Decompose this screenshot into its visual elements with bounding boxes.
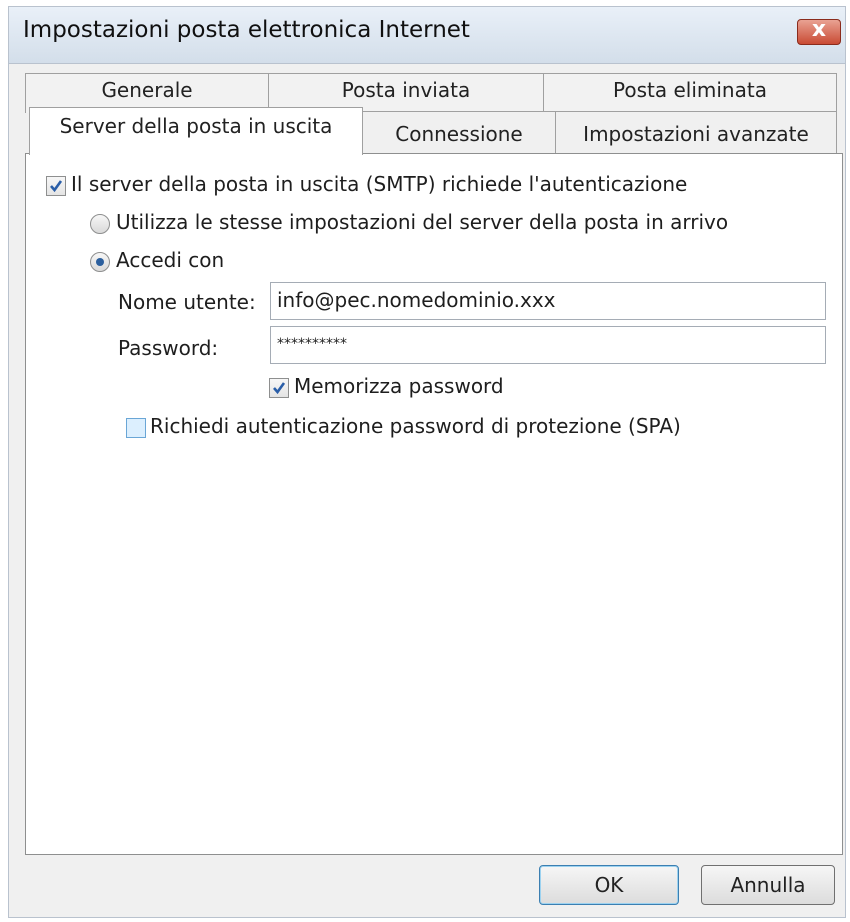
ok-button[interactable]: OK	[539, 865, 679, 905]
username-field[interactable]: info@pec.nomedominio.xxx	[270, 282, 826, 320]
cancel-button-label: Annulla	[730, 873, 806, 897]
close-icon: x	[811, 17, 827, 42]
same-settings-label: Utilizza le stesse impostazioni del serv…	[116, 210, 729, 234]
password-label: Password:	[118, 336, 219, 360]
remember-password-label: Memorizza password	[294, 374, 504, 398]
radio-selected-dot	[96, 258, 104, 266]
cancel-button[interactable]: Annulla	[701, 865, 835, 905]
tab-server-posta-uscita[interactable]: Server della posta in uscita	[29, 107, 363, 155]
close-button[interactable]: x	[797, 17, 841, 45]
remember-password-checkbox[interactable]	[269, 378, 289, 398]
title-bar: Impostazioni posta elettronica Internet …	[9, 7, 845, 64]
ok-button-label: OK	[594, 873, 624, 897]
checkmark-icon	[50, 180, 63, 193]
tab-label: Posta inviata	[341, 78, 471, 102]
tab-panel: Il server della posta in uscita (SMTP) r…	[25, 153, 843, 855]
tab-label: Connessione	[395, 122, 523, 146]
username-label: Nome utente:	[118, 290, 256, 314]
auth-required-label: Il server della posta in uscita (SMTP) r…	[71, 172, 688, 196]
tab-label: Generale	[101, 78, 193, 102]
tab-impostazioni-avanzate[interactable]: Impostazioni avanzate	[555, 111, 837, 153]
window-title: Impostazioni posta elettronica Internet	[23, 17, 470, 43]
spa-label: Richiedi autenticazione password di prot…	[150, 414, 681, 438]
tab-label: Server della posta in uscita	[59, 114, 333, 138]
tab-label: Posta eliminata	[613, 78, 767, 102]
email-settings-dialog: Impostazioni posta elettronica Internet …	[8, 6, 846, 918]
same-settings-radio[interactable]	[90, 214, 110, 234]
tab-posta-eliminata[interactable]: Posta eliminata	[543, 73, 837, 113]
spa-checkbox[interactable]	[126, 418, 146, 438]
checkmark-icon	[273, 382, 286, 395]
auth-required-checkbox[interactable]	[46, 176, 66, 196]
login-with-label: Accedi con	[116, 248, 225, 272]
password-field[interactable]: **********	[270, 326, 826, 364]
login-with-radio[interactable]	[90, 252, 110, 272]
tab-connessione[interactable]: Connessione	[362, 111, 556, 153]
tab-label: Impostazioni avanzate	[583, 122, 809, 146]
